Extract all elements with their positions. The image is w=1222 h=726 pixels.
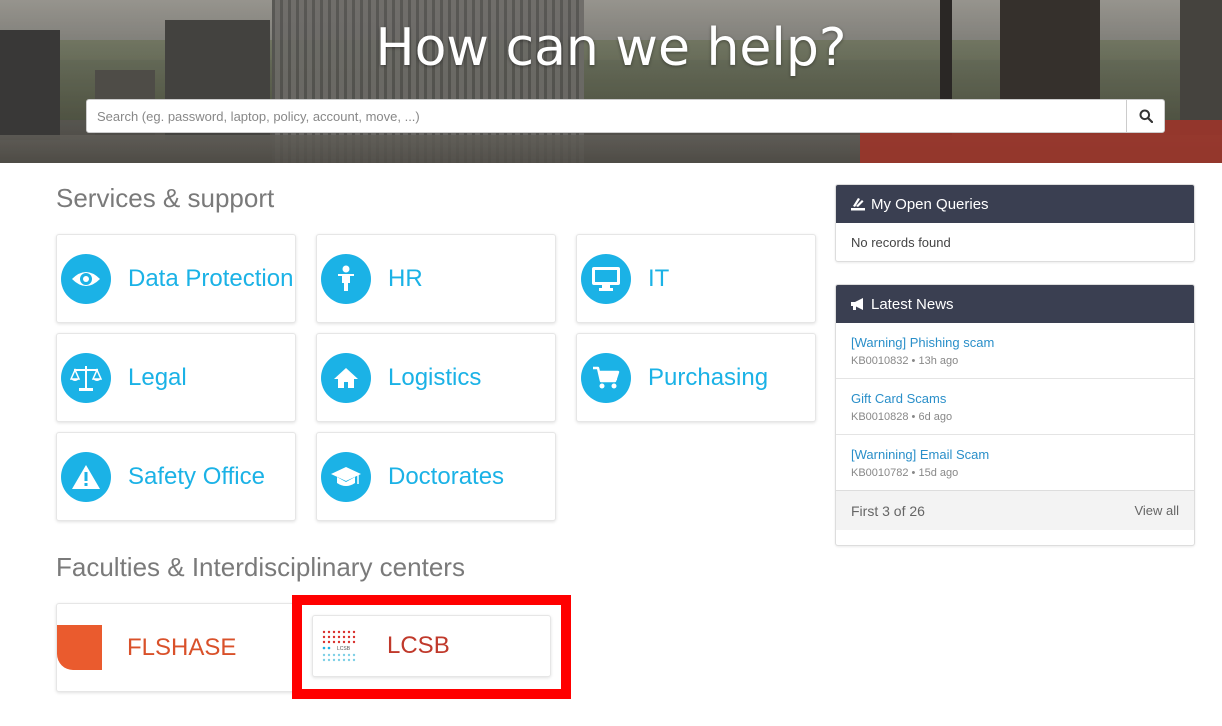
tile-data-protection[interactable]: Data Protection — [56, 234, 296, 323]
scales-icon — [61, 352, 111, 403]
open-queries-header: My Open Queries — [836, 185, 1194, 223]
person-icon — [321, 253, 371, 304]
news-item[interactable]: [Warnining] Email Scam KB0010782 • 15d a… — [836, 434, 1194, 490]
tile-label: Legal — [128, 363, 187, 391]
hero-title: How can we help? — [375, 18, 847, 78]
tile-label: Safety Office — [128, 462, 265, 490]
graduation-cap-icon — [321, 451, 371, 502]
monitor-icon — [581, 253, 631, 304]
open-queries-title: My Open Queries — [871, 195, 989, 213]
open-queries-panel: My Open Queries No records found — [835, 184, 1195, 262]
tile-label: FLSHASE — [127, 633, 237, 661]
tile-hr[interactable]: HR — [316, 234, 556, 323]
tile-lcsb[interactable]: LCSB LCSB — [312, 615, 551, 677]
latest-news-header: Latest News — [836, 285, 1194, 323]
news-title-link[interactable]: [Warning] Phishing scam — [851, 335, 1179, 350]
latest-news-panel: Latest News [Warning] Phishing scam KB00… — [835, 284, 1195, 546]
news-meta: KB0010828 • 6d ago — [851, 411, 953, 423]
faculties-section-title: Faculties & Interdisciplinary centers — [56, 552, 465, 582]
home-icon — [321, 352, 371, 403]
news-meta: KB0010782 • 15d ago — [851, 467, 959, 479]
tile-label: Data Protection — [128, 264, 294, 292]
tile-it[interactable]: IT — [576, 234, 816, 323]
news-title-link[interactable]: Gift Card Scams — [851, 391, 1179, 406]
view-all-link[interactable]: View all — [1134, 503, 1179, 518]
tile-label: LCSB — [387, 632, 450, 659]
tile-label: HR — [388, 264, 423, 292]
stack-icon — [851, 198, 865, 211]
hero-banner: How can we help? — [0, 0, 1222, 163]
news-footer: First 3 of 26 View all — [836, 490, 1194, 530]
open-queries-empty: No records found — [851, 235, 951, 250]
news-title-link[interactable]: [Warnining] Email Scam — [851, 447, 1179, 462]
tile-legal[interactable]: Legal — [56, 333, 296, 422]
tile-label: Doctorates — [388, 462, 505, 490]
tile-label: Logistics — [388, 363, 482, 391]
lcsb-logo: LCSB — [321, 626, 361, 666]
tile-label: Purchasing — [648, 363, 769, 391]
news-item[interactable]: [Warning] Phishing scam KB0010832 • 13h … — [836, 323, 1194, 378]
tile-label: IT — [648, 264, 670, 292]
services-section-title: Services & support — [56, 183, 275, 213]
search-icon — [1139, 109, 1153, 123]
tile-doctorates[interactable]: Doctorates — [316, 432, 556, 521]
cart-icon — [581, 352, 631, 403]
warning-icon — [61, 451, 111, 502]
eye-icon — [61, 253, 111, 304]
megaphone-icon — [851, 298, 863, 310]
tile-logistics[interactable]: Logistics — [316, 333, 556, 422]
latest-news-title: Latest News — [871, 295, 954, 313]
tile-purchasing[interactable]: Purchasing — [576, 333, 816, 422]
flshase-logo — [57, 625, 102, 670]
news-meta: KB0010832 • 13h ago — [851, 355, 959, 367]
lcsb-logo-text: LCSB — [337, 646, 351, 652]
tile-flshase[interactable]: FLSHASE — [56, 603, 296, 692]
news-count: First 3 of 26 — [851, 502, 925, 519]
search-button[interactable] — [1126, 100, 1164, 132]
tile-safety-office[interactable]: Safety Office — [56, 432, 296, 521]
news-item[interactable]: Gift Card Scams KB0010828 • 6d ago — [836, 378, 1194, 434]
search-bar — [86, 99, 1165, 133]
search-input[interactable] — [87, 100, 1126, 132]
